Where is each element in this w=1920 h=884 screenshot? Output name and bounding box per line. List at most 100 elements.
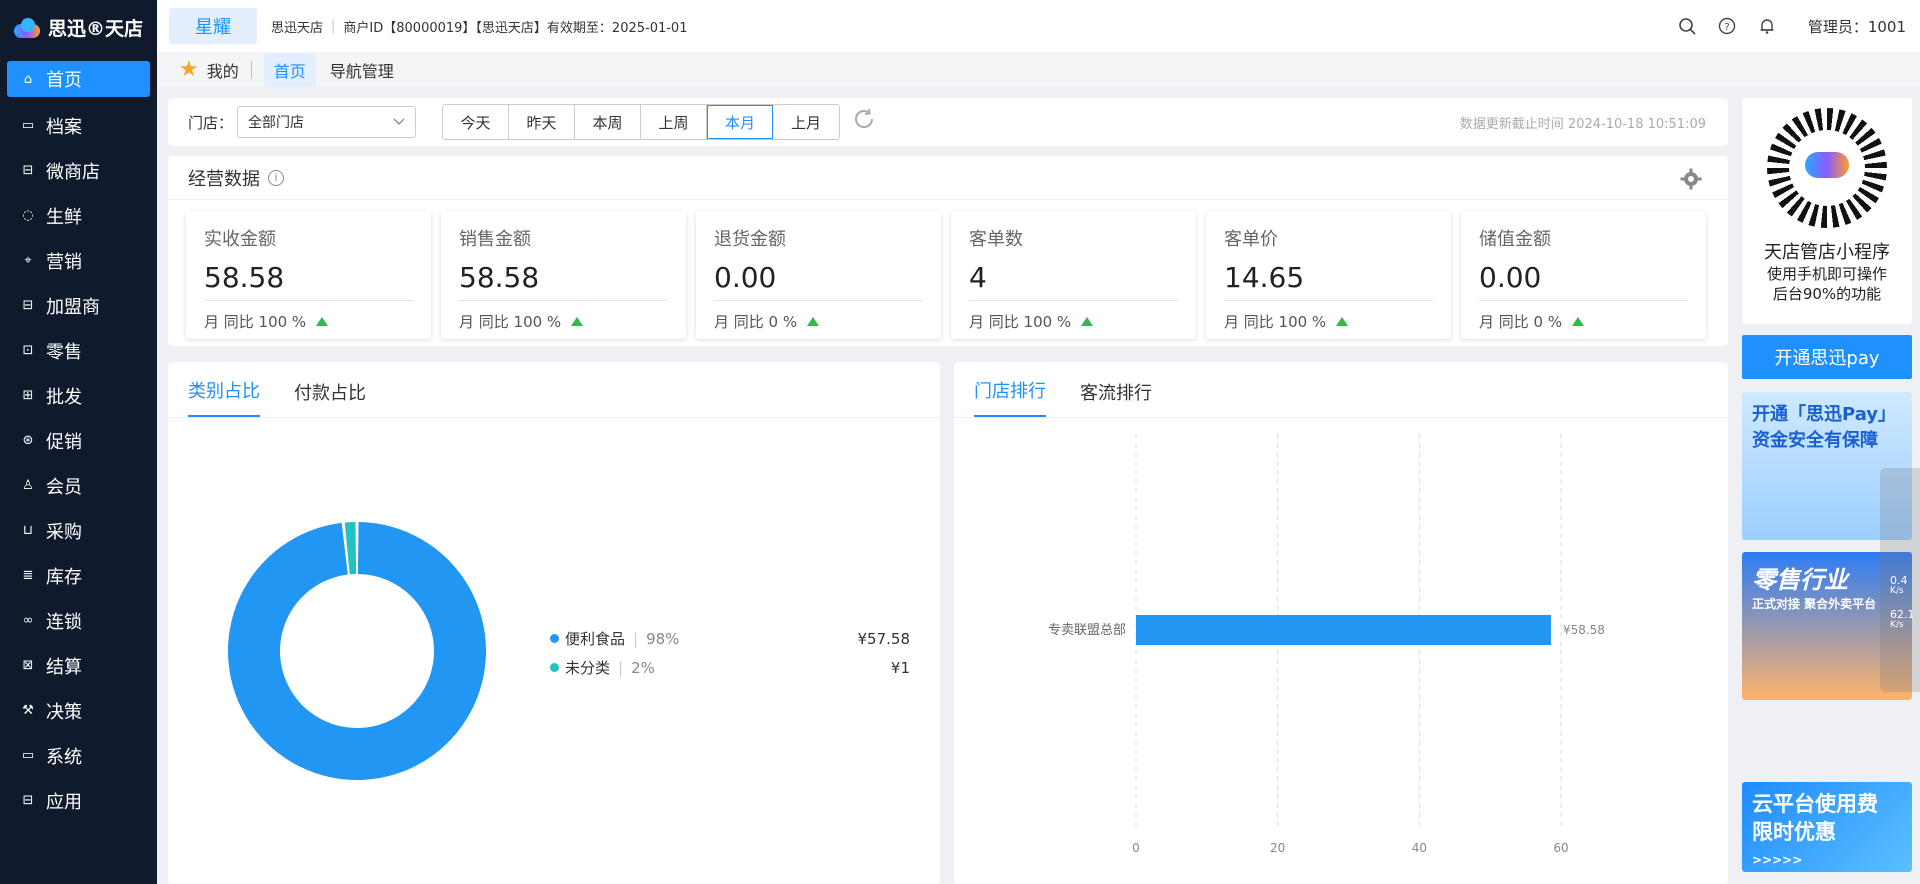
network-speed-widget[interactable]: 0.4 K/s 62.1 K/s — [1880, 468, 1920, 692]
tab-home[interactable]: 首页 — [263, 52, 316, 87]
legend-percent: 2% — [631, 658, 655, 677]
legend-item[interactable]: 未分类 | 2% ¥1 — [550, 653, 910, 682]
period-button-5[interactable]: 上月 — [773, 105, 839, 139]
store-select[interactable]: 全部门店 — [237, 106, 417, 138]
legend-value: ¥57.58 — [857, 629, 911, 648]
sidebar-item-label: 应用 — [46, 791, 82, 813]
logo: 思迅®天店 — [0, 0, 157, 55]
period-button-0[interactable]: 今天 — [443, 105, 510, 139]
info-icon[interactable]: i — [268, 169, 284, 186]
trend-up-icon — [1336, 317, 1349, 326]
bell-icon[interactable] — [1756, 15, 1778, 37]
home-icon: ⌂ — [23, 71, 33, 87]
marketing-icon: ⌖ — [24, 253, 32, 268]
donut-slice-0[interactable] — [228, 522, 487, 780]
sidebar-item-7[interactable]: ⊞ 批发 — [0, 373, 157, 418]
subnav: ★ 我的 首页 导航管理 — [157, 52, 1920, 87]
period-button-2[interactable]: 本周 — [575, 105, 642, 139]
sidebar-item-14[interactable]: ⚒ 决策 — [0, 688, 157, 733]
topbar: 星耀 思迅天店 | 商户ID【80000019】【思迅天店】有效期至：2025-… — [157, 0, 1920, 52]
stat-card: 实收金额 58.58 月 同比 100 % — [186, 211, 431, 339]
sidebar-item-8[interactable]: ⊛ 促销 — [0, 418, 157, 463]
sidebar-item-3[interactable]: ◌ 生鲜 — [0, 193, 157, 238]
cloud-logo-icon — [12, 17, 42, 38]
sidebar-item-5[interactable]: ⊟ 加盟商 — [0, 283, 157, 328]
stat-compare-text: 月 同比 100 % — [1224, 313, 1327, 331]
legend-item[interactable]: 便利食品 | 98% ¥57.58 — [550, 624, 910, 653]
merchant-detail: 商户ID【80000019】【思迅天店】有效期至：2025-01-01 — [343, 20, 688, 36]
stat-card: 储值金额 0.00 月 同比 0 % — [1461, 211, 1706, 339]
sidebar-item-15[interactable]: ▭ 系统 — [0, 733, 157, 778]
tab-category-share[interactable]: 类别占比 — [188, 377, 260, 417]
sidebar-item-label: 零售 — [46, 341, 82, 363]
apple-icon: ◌ — [22, 208, 34, 223]
sidebar-item-1[interactable]: ▭ 档案 — [0, 103, 157, 148]
ad1-line2: 资金安全有保障 — [1752, 430, 1878, 451]
trend-up-icon — [571, 317, 584, 326]
x-tick-label: 20 — [1270, 841, 1285, 855]
sidebar-item-label: 加盟商 — [46, 296, 100, 318]
category-panel: 类别占比 付款占比 便利食品 | 98% ¥57.58 未分类 | 2% ¥1 — [168, 362, 940, 884]
tab-nav-manage[interactable]: 导航管理 — [330, 58, 394, 82]
sidebar-item-label: 决策 — [46, 701, 82, 723]
stat-value: 0.00 — [714, 261, 923, 301]
sidebar-item-13[interactable]: ⊠ 结算 — [0, 643, 157, 688]
stat-compare-text: 月 同比 100 % — [969, 313, 1072, 331]
period-button-1[interactable]: 昨天 — [509, 105, 576, 139]
sidebar-item-12[interactable]: ∞ 连锁 — [0, 598, 157, 643]
store-select-value: 全部门店 — [248, 115, 305, 131]
sidebar-item-9[interactable]: ♙ 会员 — [0, 463, 157, 508]
admin-label[interactable]: 管理员：1001 — [1808, 16, 1906, 37]
app-icon: ⊟ — [22, 793, 34, 808]
sidebar-item-11[interactable]: ≣ 库存 — [0, 553, 157, 598]
stat-label: 客单价 — [1224, 229, 1278, 250]
sidebar-item-2[interactable]: ⊟ 微商店 — [0, 148, 157, 193]
tab-traffic-ranking[interactable]: 客流排行 — [1080, 379, 1152, 417]
ranking-bar-chart: 0 20 40 60 专卖联盟总部 ¥58.58 — [1048, 434, 1605, 855]
stat-label: 实收金额 — [204, 229, 276, 250]
tab-mine[interactable]: 我的 — [207, 58, 239, 82]
ranking-tabs: 门店排行 客流排行 — [954, 362, 1728, 418]
store-icon: ⊟ — [22, 163, 34, 178]
qr-code-icon[interactable] — [1767, 108, 1887, 228]
stat-label: 销售金额 — [459, 229, 531, 250]
stat-value: 0.00 — [1479, 261, 1688, 301]
sidebar-item-4[interactable]: ⌖ 营销 — [0, 238, 157, 283]
franchise-icon: ⊟ — [22, 298, 34, 313]
legend-dot — [550, 634, 559, 643]
separator: | — [331, 18, 336, 34]
sidebar-item-6[interactable]: ⊡ 零售 — [0, 328, 157, 373]
legend-dot — [550, 663, 559, 672]
legend-name: 未分类 — [565, 659, 611, 677]
bar-0[interactable] — [1136, 615, 1551, 645]
logo-text: 思迅®天店 — [48, 18, 144, 40]
gear-icon[interactable] — [1680, 168, 1702, 196]
stat-compare-text: 月 同比 0 % — [1479, 313, 1563, 331]
sidebar-item-10[interactable]: ⊔ 采购 — [0, 508, 157, 553]
help-icon[interactable]: ? — [1716, 15, 1738, 37]
star-icon: ★ — [179, 57, 199, 82]
period-button-3[interactable]: 上周 — [641, 105, 708, 139]
gavel-icon: ⚒ — [22, 703, 34, 718]
refresh-icon[interactable] — [852, 107, 876, 137]
open-pay-button[interactable]: 开通思迅pay — [1742, 335, 1912, 379]
period-button-4[interactable]: 本月 — [707, 105, 774, 139]
tab-store-ranking[interactable]: 门店排行 — [974, 377, 1046, 417]
tab-payment-share[interactable]: 付款占比 — [294, 379, 366, 417]
brand-tab[interactable]: 星耀 — [169, 8, 257, 44]
svg-text:?: ? — [1724, 22, 1729, 33]
sidebar-item-0[interactable]: ⌂ 首页 — [7, 61, 150, 97]
sidebar-item-16[interactable]: ⊟ 应用 — [0, 778, 157, 823]
search-icon[interactable] — [1676, 15, 1698, 37]
x-tick-label: 60 — [1553, 841, 1568, 855]
stat-card: 客单数 4 月 同比 100 % — [951, 211, 1196, 339]
stat-value: 14.65 — [1224, 261, 1433, 301]
stat-label: 退货金额 — [714, 229, 786, 250]
stat-compare-text: 月 同比 100 % — [204, 313, 307, 331]
cloud-ad-banner[interactable]: 云平台使用费 限时优惠 >>>>> — [1742, 782, 1912, 872]
stat-label: 客单数 — [969, 229, 1023, 250]
category-label: 专卖联盟总部 — [1048, 623, 1126, 638]
legend-value: ¥1 — [890, 658, 910, 677]
sidebar-item-label: 结算 — [46, 656, 82, 678]
stat-compare-text: 月 同比 100 % — [459, 313, 562, 331]
